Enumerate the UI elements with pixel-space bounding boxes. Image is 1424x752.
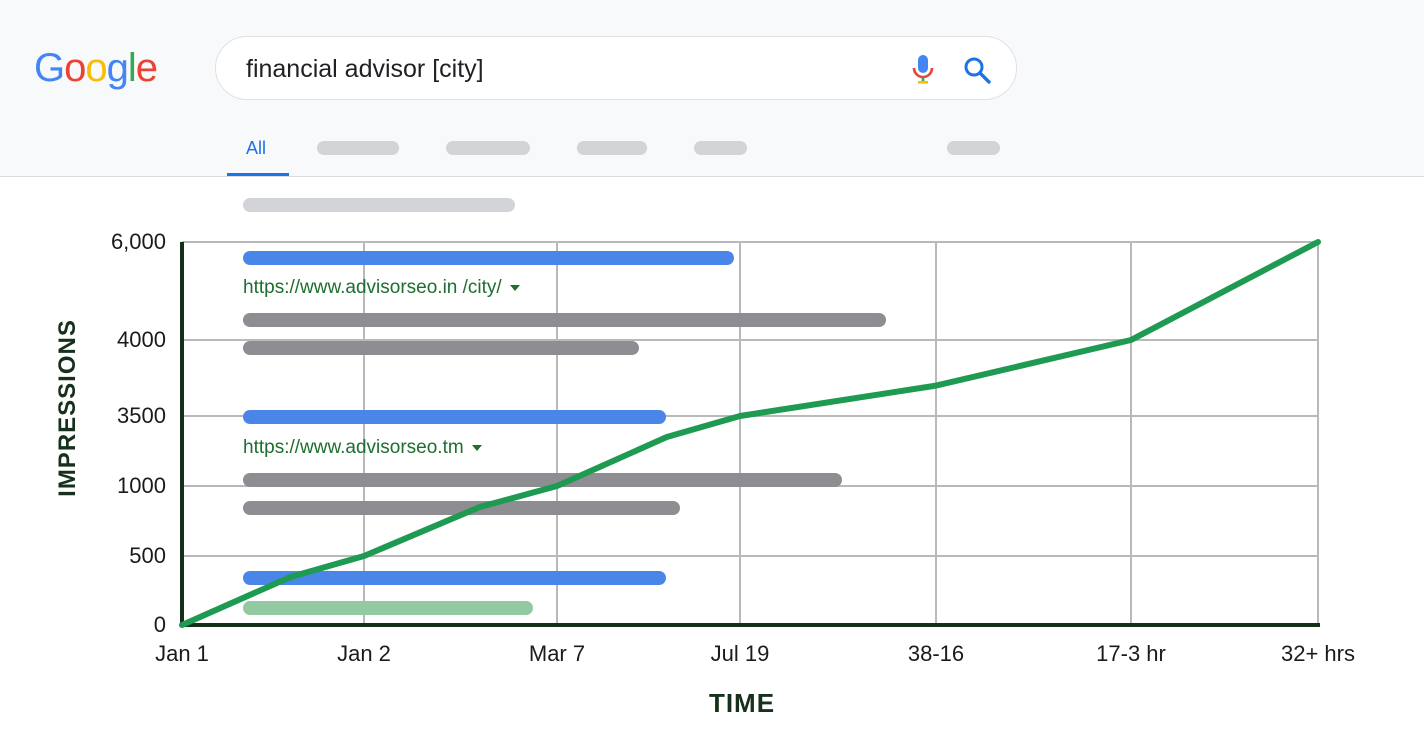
- x-tick-label: 32+ hrs: [1281, 641, 1355, 666]
- x-tick-label: Jan 2: [337, 641, 391, 666]
- y-tick-label: 4000: [117, 327, 166, 352]
- x-tick-label: Jan 1: [155, 641, 209, 666]
- line-chart-series-layer: [179, 239, 1321, 628]
- x-tick-label: Jul 19: [710, 641, 770, 666]
- x-tick-label: Mar 7: [528, 641, 586, 666]
- x-axis-label: TIME: [708, 688, 776, 718]
- impressions-line: [179, 239, 1321, 628]
- y-tick-label: 6,000: [110, 229, 166, 254]
- y-tick-label: 3500: [117, 403, 166, 428]
- x-tick-label: 38-16: [907, 641, 965, 666]
- x-tick-label: 17-3 hr: [1096, 641, 1166, 666]
- y-tick-label: 1000: [117, 473, 166, 498]
- y-tick-label: 500: [129, 543, 166, 568]
- y-tick-label: 0: [153, 612, 166, 637]
- y-axis-label: IMPRESSIONS: [54, 319, 81, 497]
